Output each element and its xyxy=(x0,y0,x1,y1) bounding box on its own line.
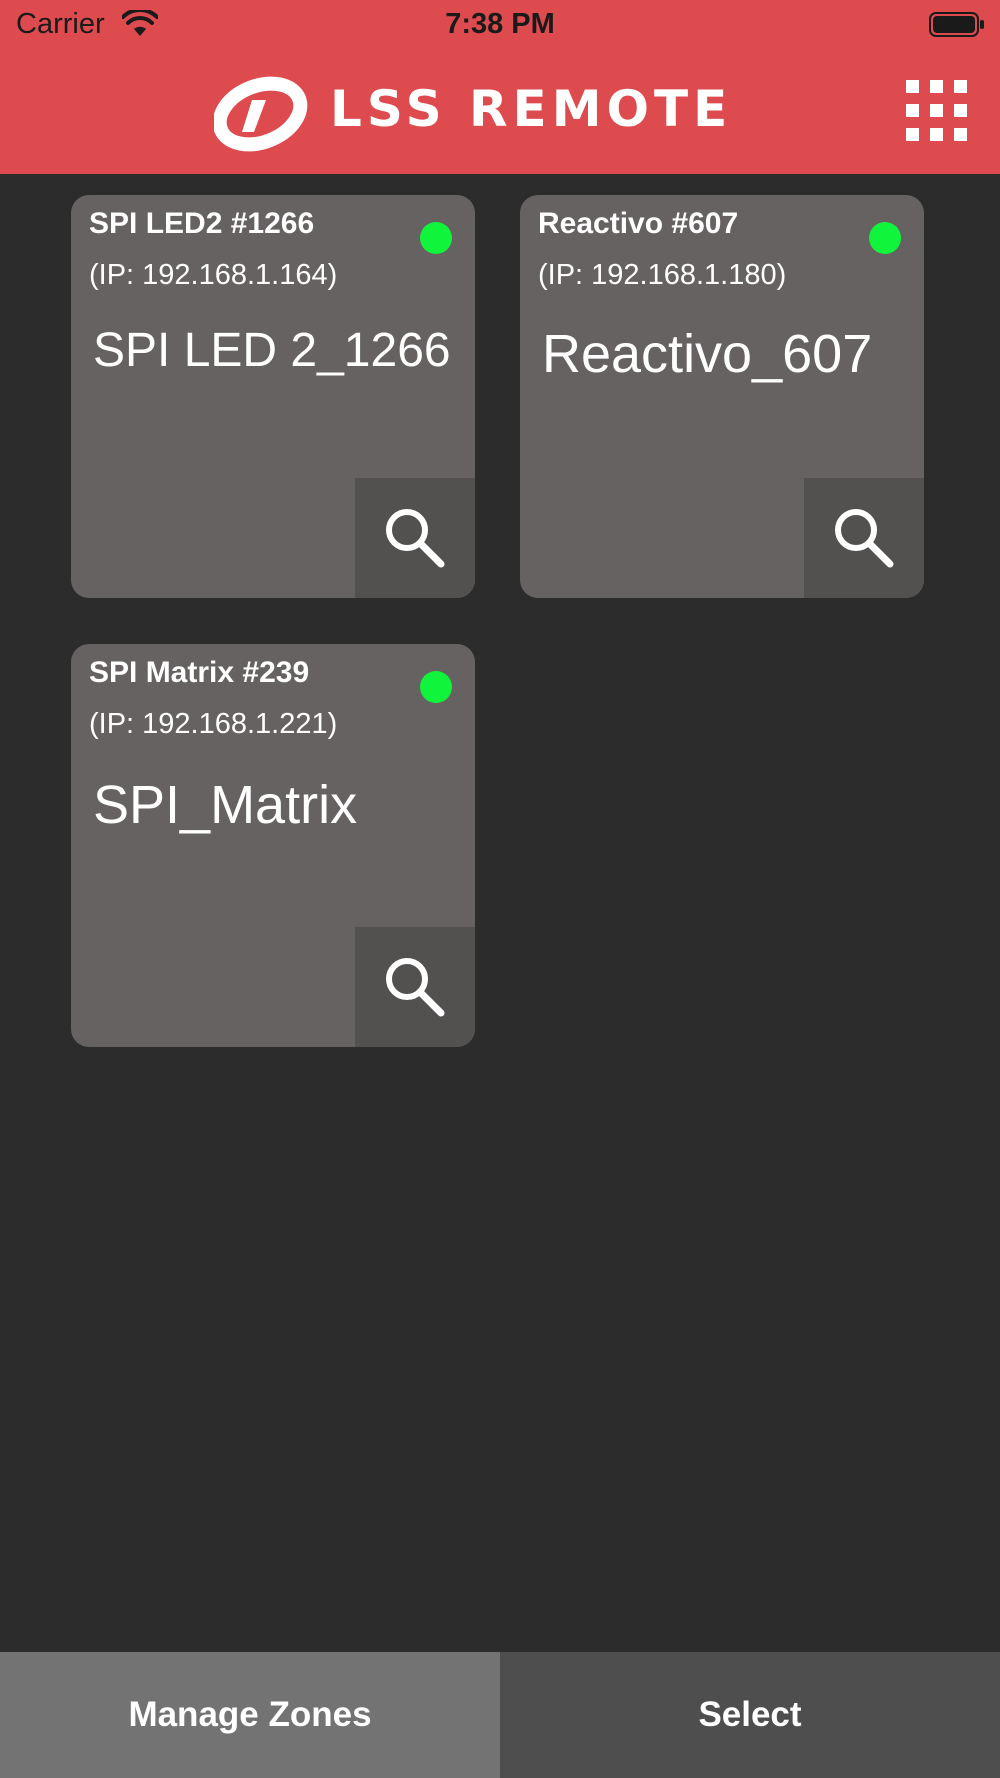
device-card[interactable]: SPI Matrix #239 (IP: 192.168.1.221) SPI_… xyxy=(71,644,475,1047)
status-indicator xyxy=(420,671,452,703)
search-icon xyxy=(386,509,445,568)
manage-zones-button[interactable]: Manage Zones xyxy=(0,1652,500,1778)
device-ip: (IP: 192.168.1.180) xyxy=(538,259,787,291)
grid-menu-icon[interactable] xyxy=(906,80,968,142)
device-card[interactable]: Reactivo #607 (IP: 192.168.1.180) Reacti… xyxy=(520,195,924,598)
search-button[interactable] xyxy=(804,478,924,598)
device-title: SPI LED2 #1266 xyxy=(89,207,315,240)
device-ip: (IP: 192.168.1.164) xyxy=(89,259,338,291)
device-card[interactable]: SPI LED2 #1266 (IP: 192.168.1.164) SPI L… xyxy=(71,195,475,598)
device-name: Reactivo_607 xyxy=(542,324,873,384)
status-indicator xyxy=(869,222,901,254)
device-name: SPI LED 2_1266 xyxy=(93,324,451,377)
search-button[interactable] xyxy=(355,478,475,598)
search-icon xyxy=(835,509,894,568)
search-icon xyxy=(386,958,445,1017)
device-title: SPI Matrix #239 xyxy=(89,656,310,689)
app-logo-text: LSS REMOTE xyxy=(330,80,733,138)
search-button[interactable] xyxy=(355,927,475,1047)
app-header: Carrier 7:38 PM LSS REMOTE xyxy=(0,0,1000,174)
select-button[interactable]: Select xyxy=(500,1652,1000,1778)
device-name: SPI_Matrix xyxy=(93,775,358,835)
device-title: Reactivo #607 xyxy=(538,207,739,240)
status-indicator xyxy=(420,222,452,254)
battery-icon xyxy=(929,12,984,37)
status-bar: Carrier 7:38 PM xyxy=(0,0,1000,50)
device-ip: (IP: 192.168.1.221) xyxy=(89,708,338,740)
clock: 7:38 PM xyxy=(445,8,555,40)
